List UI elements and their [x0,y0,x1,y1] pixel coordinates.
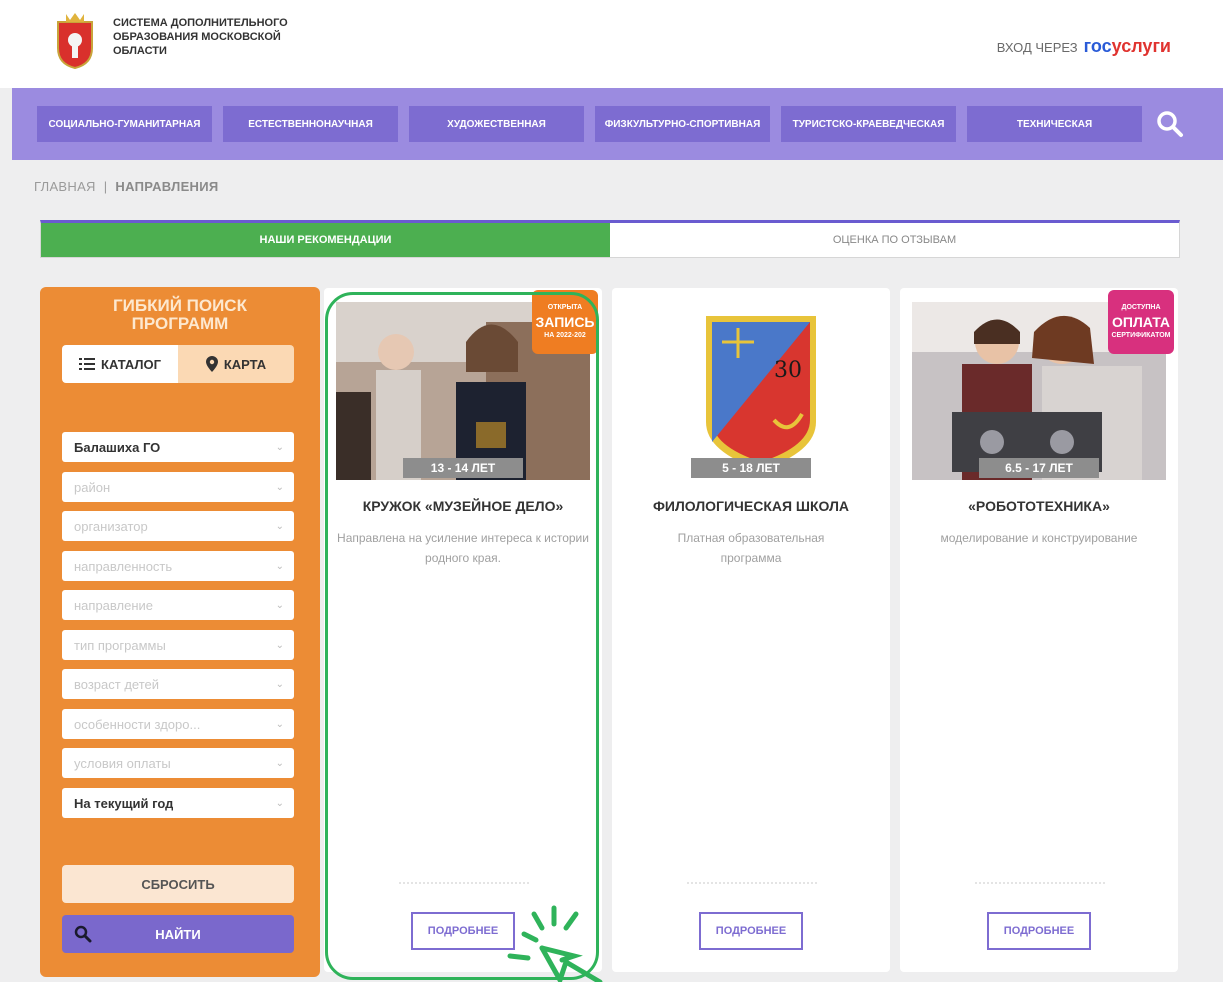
catalog-label: Каталог [101,356,161,372]
catalog-button[interactable]: Каталог [62,345,178,383]
divider [687,882,817,884]
filter-organizer[interactable]: организатор ⌄ [62,511,294,541]
reset-button[interactable]: Сбросить [62,865,294,903]
tab-recommendations[interactable]: Наши рекомендации [41,223,610,257]
coat-of-arms-logo[interactable] [52,10,98,70]
nav-item-social[interactable]: Социально-гуманитарная [37,106,212,142]
filter-program-type[interactable]: тип программы ⌄ [62,630,294,660]
breadcrumb-current: Направления [115,179,219,194]
chevron-down-icon: ⌄ [275,441,284,453]
search-icon[interactable] [1154,108,1186,140]
age-badge: 5 - 18 лет [691,458,811,478]
enrollment-open-badge: открыта запись на 2022-202 [532,290,598,354]
nav-item-science[interactable]: Естественнонаучная [223,106,398,142]
chevron-down-icon: ⌄ [275,481,284,493]
divider [399,882,529,884]
chevron-down-icon: ⌄ [275,560,284,572]
chevron-down-icon: ⌄ [275,678,284,690]
nav-item-art[interactable]: Художественная [409,106,584,142]
view-toggle: Каталог Карта [62,345,294,383]
direction-nav: Социально-гуманитарная Естественнонаучна… [12,88,1223,160]
chevron-down-icon: ⌄ [275,599,284,611]
card-description: моделирование и конструирование [940,531,1138,545]
find-button[interactable]: Найти [62,915,294,953]
site-header: Система дополнительного образования Моск… [0,0,1223,88]
filter-district[interactable]: район ⌄ [62,472,294,502]
program-card[interactable]: открыта запись на 2022-202 13 - 14 лет К… [324,288,602,972]
sort-tabs: Наши рекомендации Оценка по отзывам [40,220,1180,258]
filter-direction[interactable]: направление ⌄ [62,590,294,620]
find-label: Найти [155,926,201,942]
age-badge: 6.5 - 17 лет [979,458,1099,478]
login-prefix: вход через [996,40,1078,55]
map-label: Карта [223,356,267,372]
chevron-down-icon: ⌄ [275,797,284,809]
filter-orientation[interactable]: направленность ⌄ [62,551,294,581]
org-name: Система дополнительного образования Моск… [113,17,288,57]
age-badge: 13 - 14 лет [403,458,523,478]
breadcrumb: Главная | Направления [34,179,219,194]
card-description: Платная образовательная программа [677,531,825,565]
card-title[interactable]: Кружок «Музейное дело» [332,498,594,514]
breadcrumb-home[interactable]: Главная [34,179,96,194]
page: Система дополнительного образования Моск… [0,0,1223,982]
filter-municipality[interactable]: Балашиха ГО ⌄ [62,432,294,462]
card-title[interactable]: Филологическая школа [620,498,882,514]
map-pin-icon [205,356,218,372]
filter-child-age[interactable]: возраст детей ⌄ [62,669,294,699]
list-icon [79,358,96,370]
card-title[interactable]: «Робототехника» [908,498,1170,514]
program-card[interactable]: доступна оплата сертификатом 6.5 - 17 ле… [900,288,1178,972]
svg-text:30: 30 [774,358,802,383]
chevron-down-icon: ⌄ [275,718,284,730]
filter-health-features[interactable]: особенности здоро... ⌄ [62,709,294,739]
school-emblem: 30 [624,302,878,480]
details-button[interactable]: Подробнее [411,912,515,950]
map-button[interactable]: Карта [178,345,294,383]
details-button[interactable]: Подробнее [987,912,1091,950]
gosuslugi-logo: госуслуги [1083,36,1171,56]
tab-reviews[interactable]: Оценка по отзывам [610,223,1179,257]
details-button[interactable]: Подробнее [699,912,803,950]
flexible-search-panel: Гибкий поиск программ Каталог Карта Бала… [40,287,320,977]
divider [975,882,1105,884]
nav-item-tourism[interactable]: Туристско-краеведческая [781,106,956,142]
nav-item-sport[interactable]: Физкультурно-спортивная [595,106,770,142]
search-icon [74,925,92,943]
chevron-down-icon: ⌄ [275,639,284,651]
card-description: Направлена на усиление интереса к истори… [337,531,589,565]
breadcrumb-separator: | [103,179,108,194]
program-card[interactable]: 30 5 - 18 лет Филологическая школа Платн… [612,288,890,972]
nav-item-technical[interactable]: Техническая [967,106,1142,142]
chevron-down-icon: ⌄ [275,520,284,532]
chevron-down-icon: ⌄ [275,757,284,769]
sidebar-title: Гибкий поиск программ [113,296,247,333]
filter-payment-terms[interactable]: условия оплаты ⌄ [62,748,294,778]
filter-period[interactable]: На текущий год ⌄ [62,788,294,818]
gosuslugi-login-link[interactable]: вход через госуслуги [997,36,1171,57]
certificate-payment-badge: доступна оплата сертификатом [1108,290,1174,354]
